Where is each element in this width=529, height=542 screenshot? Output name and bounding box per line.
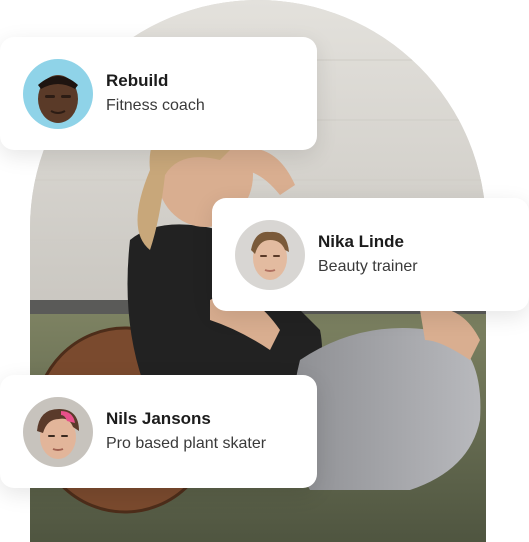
profile-name: Nika Linde (318, 232, 404, 251)
profile-role: Pro based plant skater (106, 435, 267, 452)
profile-card-nils-jansons[interactable]: Nils Jansons Pro based plant skater (0, 375, 317, 488)
profile-name: Nils Jansons (106, 409, 211, 428)
profile-name: Rebuild (106, 71, 169, 90)
pink-hair-portrait-icon (23, 396, 93, 467)
woman-portrait-icon (235, 219, 305, 290)
profile-role: Beauty trainer (318, 258, 418, 275)
profile-card-rebuild[interactable]: Rebuild Fitness coach (0, 37, 317, 150)
profile-role: Fitness coach (106, 97, 205, 114)
profile-card-nika-linde[interactable]: Nika Linde Beauty trainer (212, 198, 529, 311)
man-portrait-icon (23, 58, 93, 129)
